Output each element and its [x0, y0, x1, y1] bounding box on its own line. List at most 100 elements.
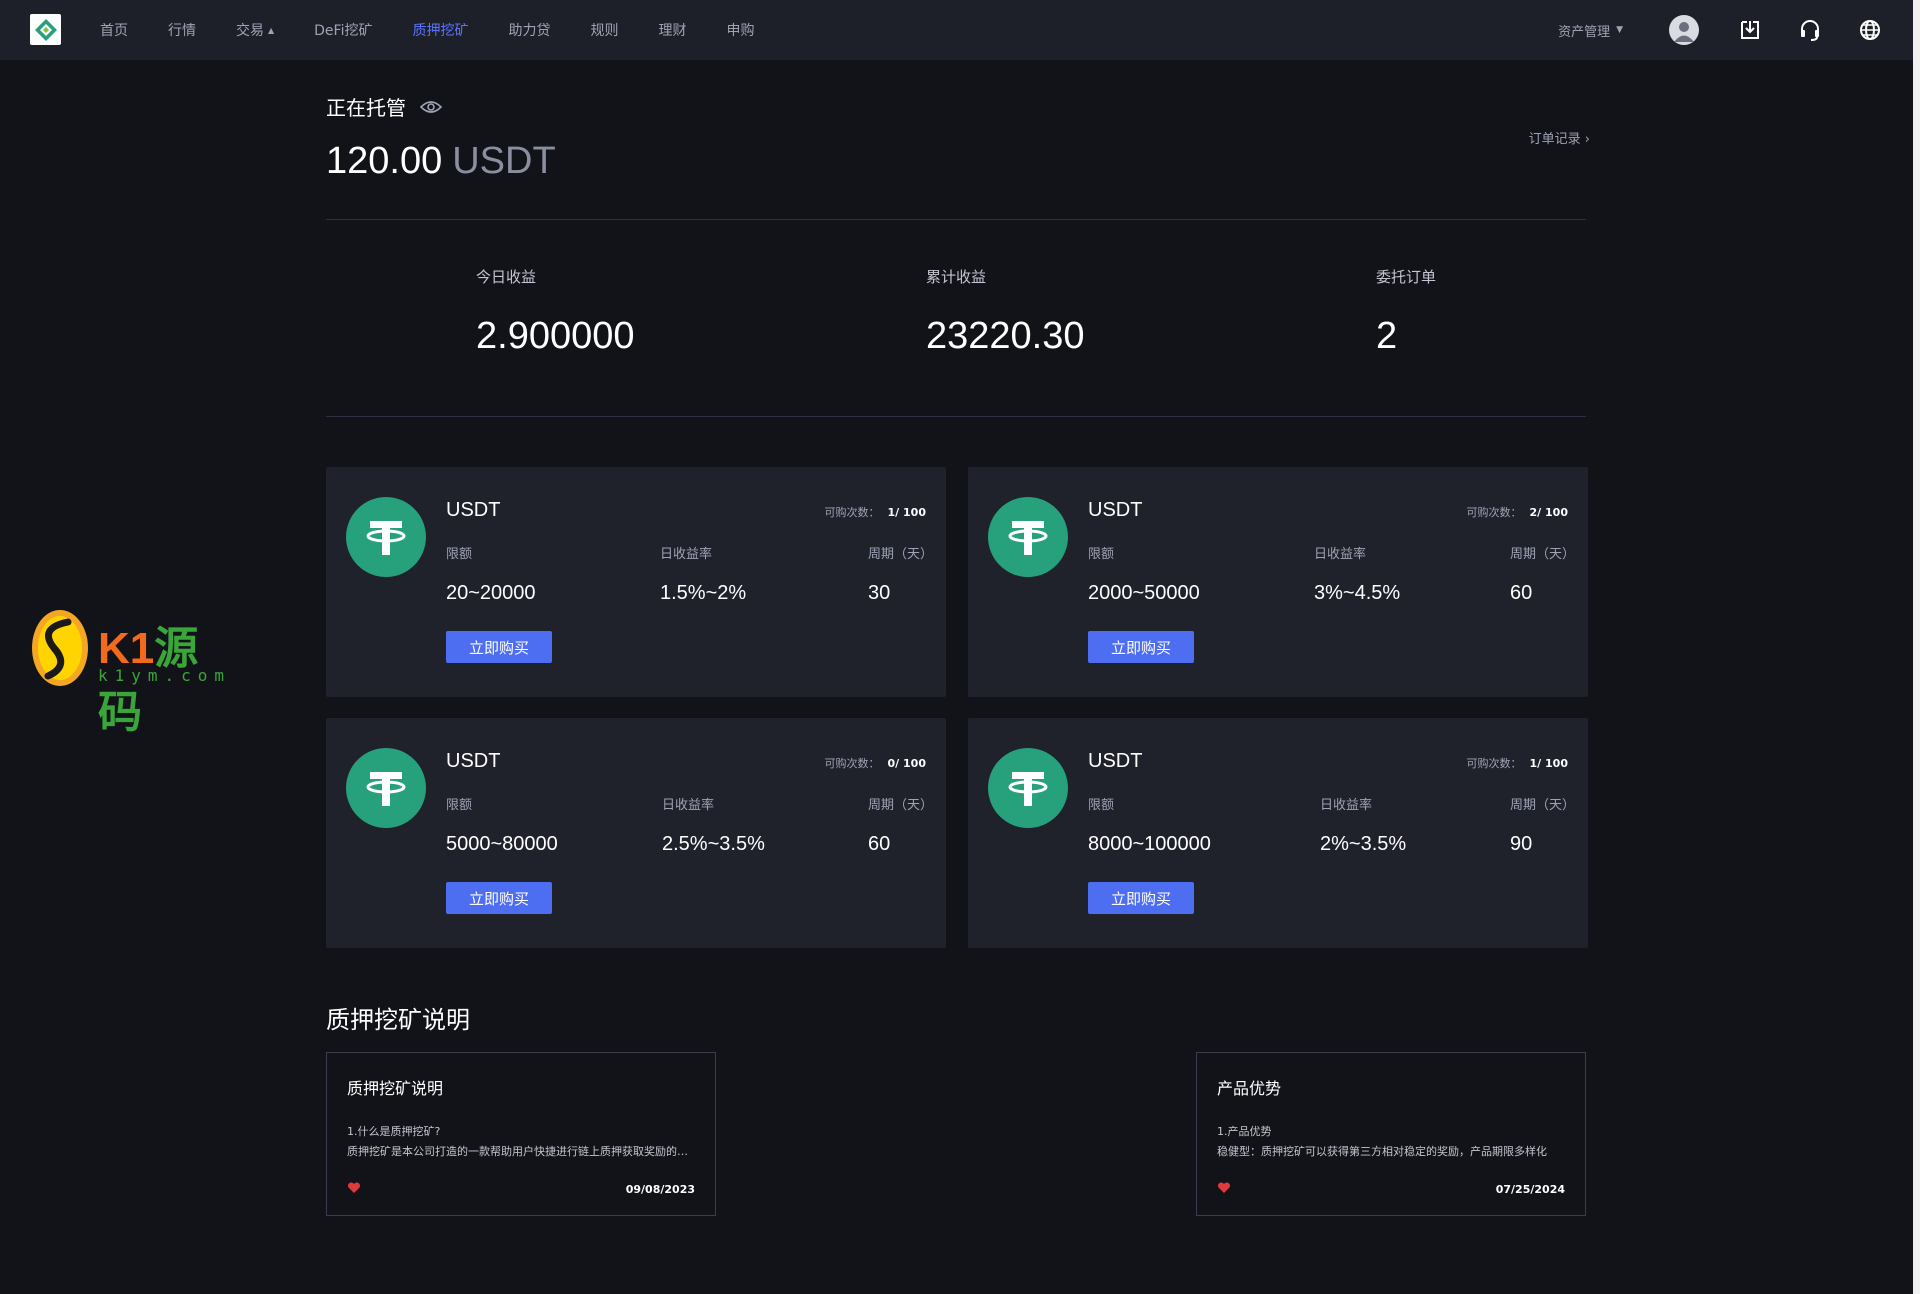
purchase-quota: 可购次数： 0/ 100: [825, 755, 926, 771]
nav-link-defi[interactable]: DeFi挖矿: [314, 20, 372, 40]
period-value: 60: [868, 833, 891, 855]
logo-icon: [34, 18, 57, 41]
limit-value: 8000~100000: [1088, 833, 1211, 855]
info-card[interactable]: 质押挖矿说明 1.什么是质押挖矿? 质押挖矿是本公司打造的一款帮助用户快捷进行链…: [326, 1052, 716, 1216]
period-label: 周期（天）: [1510, 547, 1576, 562]
nav-link-finance[interactable]: 理财: [658, 20, 686, 40]
info-card-date: 09/08/2023: [625, 1183, 695, 1196]
limit-label: 限额: [446, 547, 473, 562]
stat-label: 累计收益: [926, 268, 987, 286]
nav-link-subscribe[interactable]: 申购: [726, 20, 754, 40]
tether-icon: [988, 748, 1068, 828]
chevron-down-icon: ▼: [1616, 25, 1623, 35]
nav-link-loan[interactable]: 助力贷: [508, 20, 550, 40]
period-value: 60: [1510, 582, 1533, 604]
buy-now-button[interactable]: 立即购买: [1088, 882, 1194, 914]
tether-icon: [346, 497, 426, 577]
quota-value: 1/ 100: [887, 506, 926, 519]
logo[interactable]: [30, 14, 61, 45]
info-card-title: 质押挖矿说明: [347, 1079, 444, 1098]
scrollbar[interactable]: [1913, 0, 1920, 1294]
download-glyph-icon: [1741, 21, 1759, 39]
limit-column: 限额 20~20000: [446, 543, 536, 605]
limit-value: 5000~80000: [446, 833, 558, 855]
globe-icon[interactable]: [1855, 15, 1885, 45]
eye-icon[interactable]: [420, 99, 442, 115]
rate-label: 日收益率: [662, 798, 715, 813]
stat-value: 23220.30: [926, 315, 1085, 357]
period-value: 90: [1510, 833, 1533, 855]
limit-label: 限额: [1088, 798, 1115, 813]
period-label: 周期（天）: [868, 547, 934, 562]
stat-total-income: 累计收益 23220.30: [926, 266, 1085, 358]
nav-link-trade[interactable]: 交易 ▲: [236, 20, 274, 40]
order-records-link[interactable]: 订单记录 ›: [1529, 128, 1590, 147]
limit-label: 限额: [446, 798, 473, 813]
tether-icon: [988, 497, 1068, 577]
limit-column: 限额 5000~80000: [446, 794, 558, 856]
limit-value: 20~20000: [446, 582, 536, 604]
quota-label: 可购次数：: [1466, 757, 1522, 770]
product-card: USDT 可购次数： 2/ 100 限额 2000~50000 日收益率 3%~4…: [968, 467, 1588, 697]
buy-now-button[interactable]: 立即购买: [446, 882, 552, 914]
nav-link-rules[interactable]: 规则: [590, 20, 618, 40]
watermark: K1源码 k1ym.com: [28, 606, 238, 737]
limit-label: 限额: [1088, 547, 1115, 562]
headset-icon[interactable]: [1795, 15, 1825, 45]
product-name: USDT: [1088, 499, 1143, 521]
product-name: USDT: [446, 750, 501, 772]
limit-column: 限额 8000~100000: [1088, 794, 1211, 856]
stat-today-income: 今日收益 2.900000: [476, 266, 635, 358]
section-title: 质押挖矿说明: [326, 1006, 470, 1034]
quota-label: 可购次数：: [824, 506, 880, 519]
product-name: USDT: [446, 499, 501, 521]
stat-orders: 委托订单 2: [1376, 266, 1436, 358]
tether-glyph-icon: [1008, 521, 1048, 555]
rate-label: 日收益率: [1314, 547, 1367, 562]
stat-value: 2: [1376, 315, 1398, 357]
period-label: 周期（天）: [868, 798, 934, 813]
tether-glyph-icon: [366, 772, 406, 806]
download-icon[interactable]: [1735, 15, 1765, 45]
quota-value: 1/ 100: [1529, 757, 1568, 770]
period-value: 30: [868, 582, 891, 604]
watermark-logo-icon: [32, 610, 88, 686]
info-card-date: 07/25/2024: [1495, 1183, 1565, 1196]
product-card: USDT 可购次数： 1/ 100 限额 20~20000 日收益率 1.5%~2…: [326, 467, 946, 697]
buy-now-button[interactable]: 立即购买: [1088, 631, 1194, 663]
limit-column: 限额 2000~50000: [1088, 543, 1200, 605]
tether-icon: [346, 748, 426, 828]
purchase-quota: 可购次数： 1/ 100: [825, 504, 926, 520]
info-card[interactable]: 产品优势 1.产品优势 稳健型：质押挖矿可以获得第三方相对稳定的奖励，产品期限多…: [1196, 1052, 1586, 1216]
tether-glyph-icon: [366, 521, 406, 555]
holding-title: 正在托管: [326, 92, 442, 121]
headset-glyph-icon: [1801, 20, 1819, 41]
info-card-title: 产品优势: [1217, 1079, 1282, 1098]
product-card: USDT 可购次数： 0/ 100 限额 5000~80000 日收益率 2.5%…: [326, 718, 946, 948]
nav-link-staking[interactable]: 质押挖矿: [412, 20, 468, 40]
period-label: 周期（天）: [1510, 798, 1576, 813]
period-column: 周期（天） 90: [1510, 794, 1575, 856]
heart-glyph-icon: [347, 1182, 361, 1193]
product-name: USDT: [1088, 750, 1143, 772]
user-icon[interactable]: [1669, 15, 1699, 45]
asset-menu-label: 资产管理: [1558, 24, 1611, 40]
buy-now-button[interactable]: 立即购买: [446, 631, 552, 663]
product-card: USDT 可购次数： 1/ 100 限额 8000~100000 日收益率 2%~…: [968, 718, 1588, 948]
heart-glyph-icon: [1217, 1182, 1231, 1193]
quota-value: 2/ 100: [1529, 506, 1568, 519]
divider-stats: [326, 416, 1586, 417]
heart-icon[interactable]: [347, 1179, 361, 1198]
period-column: 周期（天） 30: [868, 543, 933, 605]
period-column: 周期（天） 60: [868, 794, 933, 856]
divider-top: [326, 219, 1586, 220]
info-card-line: 稳健型：质押挖矿可以获得第三方相对稳定的奖励，产品期限多样化: [1217, 1145, 1547, 1158]
heart-icon[interactable]: [1217, 1179, 1231, 1198]
nav-link-home[interactable]: 首页: [100, 20, 128, 40]
stat-label: 今日收益: [476, 268, 537, 286]
quota-value: 0/ 100: [887, 757, 926, 770]
asset-menu[interactable]: 资产管理 ▼: [1558, 21, 1623, 40]
quota-label: 可购次数：: [824, 757, 880, 770]
nav-link-market[interactable]: 行情: [168, 20, 196, 40]
eye-glyph-icon: [420, 100, 442, 113]
